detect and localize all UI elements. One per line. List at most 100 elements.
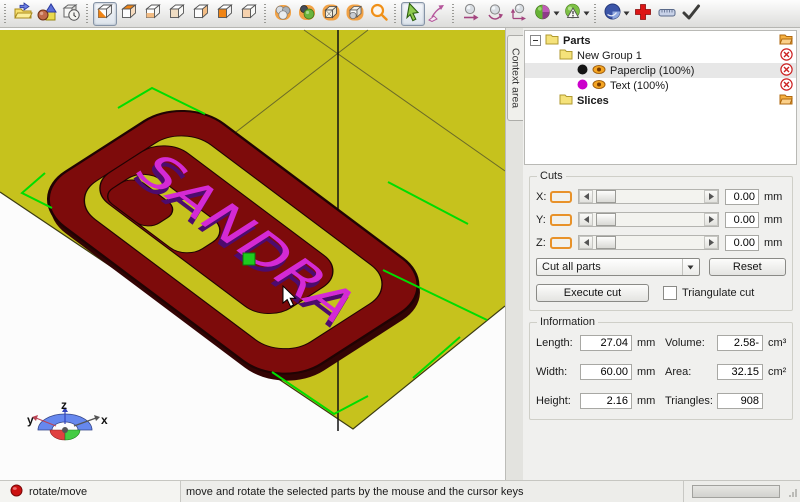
- width-value: [580, 364, 632, 380]
- width-unit: mm: [637, 366, 656, 378]
- toolbar-grip[interactable]: [451, 3, 456, 24]
- points-view-button[interactable]: [343, 2, 367, 26]
- rotate-part-button[interactable]: [483, 2, 507, 26]
- toolbar-grip[interactable]: [593, 3, 598, 24]
- triangulate-label: Triangulate cut: [682, 287, 755, 299]
- view-right-button[interactable]: [237, 2, 261, 26]
- move-axes-button[interactable]: [507, 2, 531, 26]
- toolbar-grip[interactable]: [263, 3, 268, 24]
- open-file-button[interactable]: [11, 2, 35, 26]
- cut-z-label: Z:: [536, 236, 546, 249]
- triangulate-checkbox[interactable]: [663, 286, 677, 300]
- analysis-dropdown-caret[interactable]: [553, 11, 560, 16]
- cut-y-plane-button[interactable]: [550, 213, 572, 226]
- zoom-button[interactable]: [367, 2, 391, 26]
- slice-view-button[interactable]: [601, 2, 625, 26]
- view-front-button[interactable]: [213, 2, 237, 26]
- context-area-tab-label: Context area: [509, 47, 522, 109]
- information-group: Information Length: mm Volume: cm³ Width: m…: [529, 316, 793, 420]
- slider-thumb[interactable]: [596, 190, 616, 203]
- tree-item-new-group[interactable]: New Group 1: [525, 47, 796, 64]
- remove-icon[interactable]: [780, 62, 793, 79]
- visibility-eye-icon[interactable]: [592, 64, 606, 78]
- volume-value: [717, 335, 763, 351]
- view-top-button[interactable]: [117, 2, 141, 26]
- parts-tree: Parts New Group 1 Paperclip (100%) Text …: [524, 30, 797, 165]
- cut-x-label: X:: [536, 190, 547, 203]
- cut-z-slider[interactable]: [578, 235, 719, 250]
- slider-left-arrow-icon[interactable]: [579, 236, 593, 249]
- cursor-icon: [403, 2, 423, 25]
- model-center-handle[interactable]: [242, 252, 256, 266]
- cut-y-row: Y: mm: [536, 211, 786, 228]
- move-part-button[interactable]: [459, 2, 483, 26]
- view-back-button[interactable]: [189, 2, 213, 26]
- open-group-icon[interactable]: [779, 33, 793, 48]
- collapse-icon[interactable]: [530, 35, 541, 46]
- slider-right-arrow-icon[interactable]: [704, 190, 718, 203]
- axes-sphere-icon: [509, 2, 529, 25]
- repair-button[interactable]: [561, 2, 585, 26]
- add-primitive-button[interactable]: [35, 2, 59, 26]
- apply-button[interactable]: [679, 2, 703, 26]
- cut-z-plane-button[interactable]: [550, 236, 572, 249]
- tree-item-text[interactable]: Text (100%): [525, 77, 796, 94]
- color-dot-black: [577, 64, 588, 78]
- slider-left-arrow-icon[interactable]: [579, 190, 593, 203]
- cube-info-icon: [61, 2, 81, 25]
- height-label: Height:: [536, 395, 571, 407]
- view-cube-back-icon: [191, 2, 211, 25]
- slider-thumb[interactable]: [596, 236, 616, 249]
- axis-label-y: y: [27, 413, 34, 427]
- resize-grip[interactable]: [788, 487, 798, 502]
- remove-icon[interactable]: [780, 47, 793, 64]
- axis-label-x: x: [101, 413, 108, 427]
- cut-z-value[interactable]: [725, 234, 759, 251]
- tree-item-paperclip[interactable]: Paperclip (100%): [525, 62, 796, 79]
- slider-thumb[interactable]: [596, 213, 616, 226]
- select-tool-button[interactable]: [401, 1, 425, 26]
- wireframe-cube-icon: [321, 2, 341, 25]
- add-cross-button[interactable]: [631, 2, 655, 26]
- transform-tool-button[interactable]: [425, 2, 449, 26]
- tree-item-slices[interactable]: Slices: [525, 93, 796, 108]
- cut-y-value[interactable]: [725, 211, 759, 228]
- move-sphere-icon: [461, 2, 481, 25]
- viewport-3d[interactable]: SANDRA SANDRA y z x: [0, 28, 506, 480]
- view-bottom-button[interactable]: [141, 2, 165, 26]
- toolbar-grip[interactable]: [393, 3, 398, 24]
- view-iso-button[interactable]: [93, 1, 117, 26]
- cut-x-value[interactable]: [725, 188, 759, 205]
- slider-left-arrow-icon[interactable]: [579, 213, 593, 226]
- toolbar-grip[interactable]: [85, 3, 90, 24]
- analysis-button[interactable]: [531, 2, 555, 26]
- cut-x-slider[interactable]: [578, 189, 719, 204]
- view-left-button[interactable]: [165, 2, 189, 26]
- slice-dropdown-caret[interactable]: [623, 11, 630, 16]
- cut-x-plane-button[interactable]: [550, 190, 572, 203]
- context-area-tab[interactable]: Context area: [507, 35, 523, 121]
- visibility-eye-icon[interactable]: [592, 79, 606, 93]
- cut-mode-dropdown[interactable]: Cut all parts: [536, 258, 700, 276]
- status-mode-cell: rotate/move: [0, 481, 181, 502]
- reset-button[interactable]: Reset: [708, 258, 786, 276]
- rotate-sphere-icon: [485, 2, 505, 25]
- cut-y-slider[interactable]: [578, 212, 719, 227]
- slider-right-arrow-icon[interactable]: [704, 236, 718, 249]
- checkmark-icon: [681, 2, 701, 25]
- folder-icon: [559, 93, 573, 108]
- slider-right-arrow-icon[interactable]: [704, 213, 718, 226]
- toolbar-grip[interactable]: [3, 3, 8, 24]
- open-group-icon[interactable]: [779, 93, 793, 108]
- width-label: Width:: [536, 366, 568, 378]
- tree-item-parts[interactable]: Parts: [525, 33, 796, 48]
- shaded-parts-button[interactable]: [271, 2, 295, 26]
- area-value: [717, 364, 763, 380]
- remove-icon[interactable]: [780, 77, 793, 94]
- shaded-selection-button[interactable]: [295, 2, 319, 26]
- part-info-button[interactable]: [59, 2, 83, 26]
- repair-dropdown-caret[interactable]: [583, 11, 590, 16]
- measure-button[interactable]: [655, 2, 679, 26]
- execute-cut-button[interactable]: Execute cut: [536, 284, 649, 302]
- wireframe-view-button[interactable]: [319, 2, 343, 26]
